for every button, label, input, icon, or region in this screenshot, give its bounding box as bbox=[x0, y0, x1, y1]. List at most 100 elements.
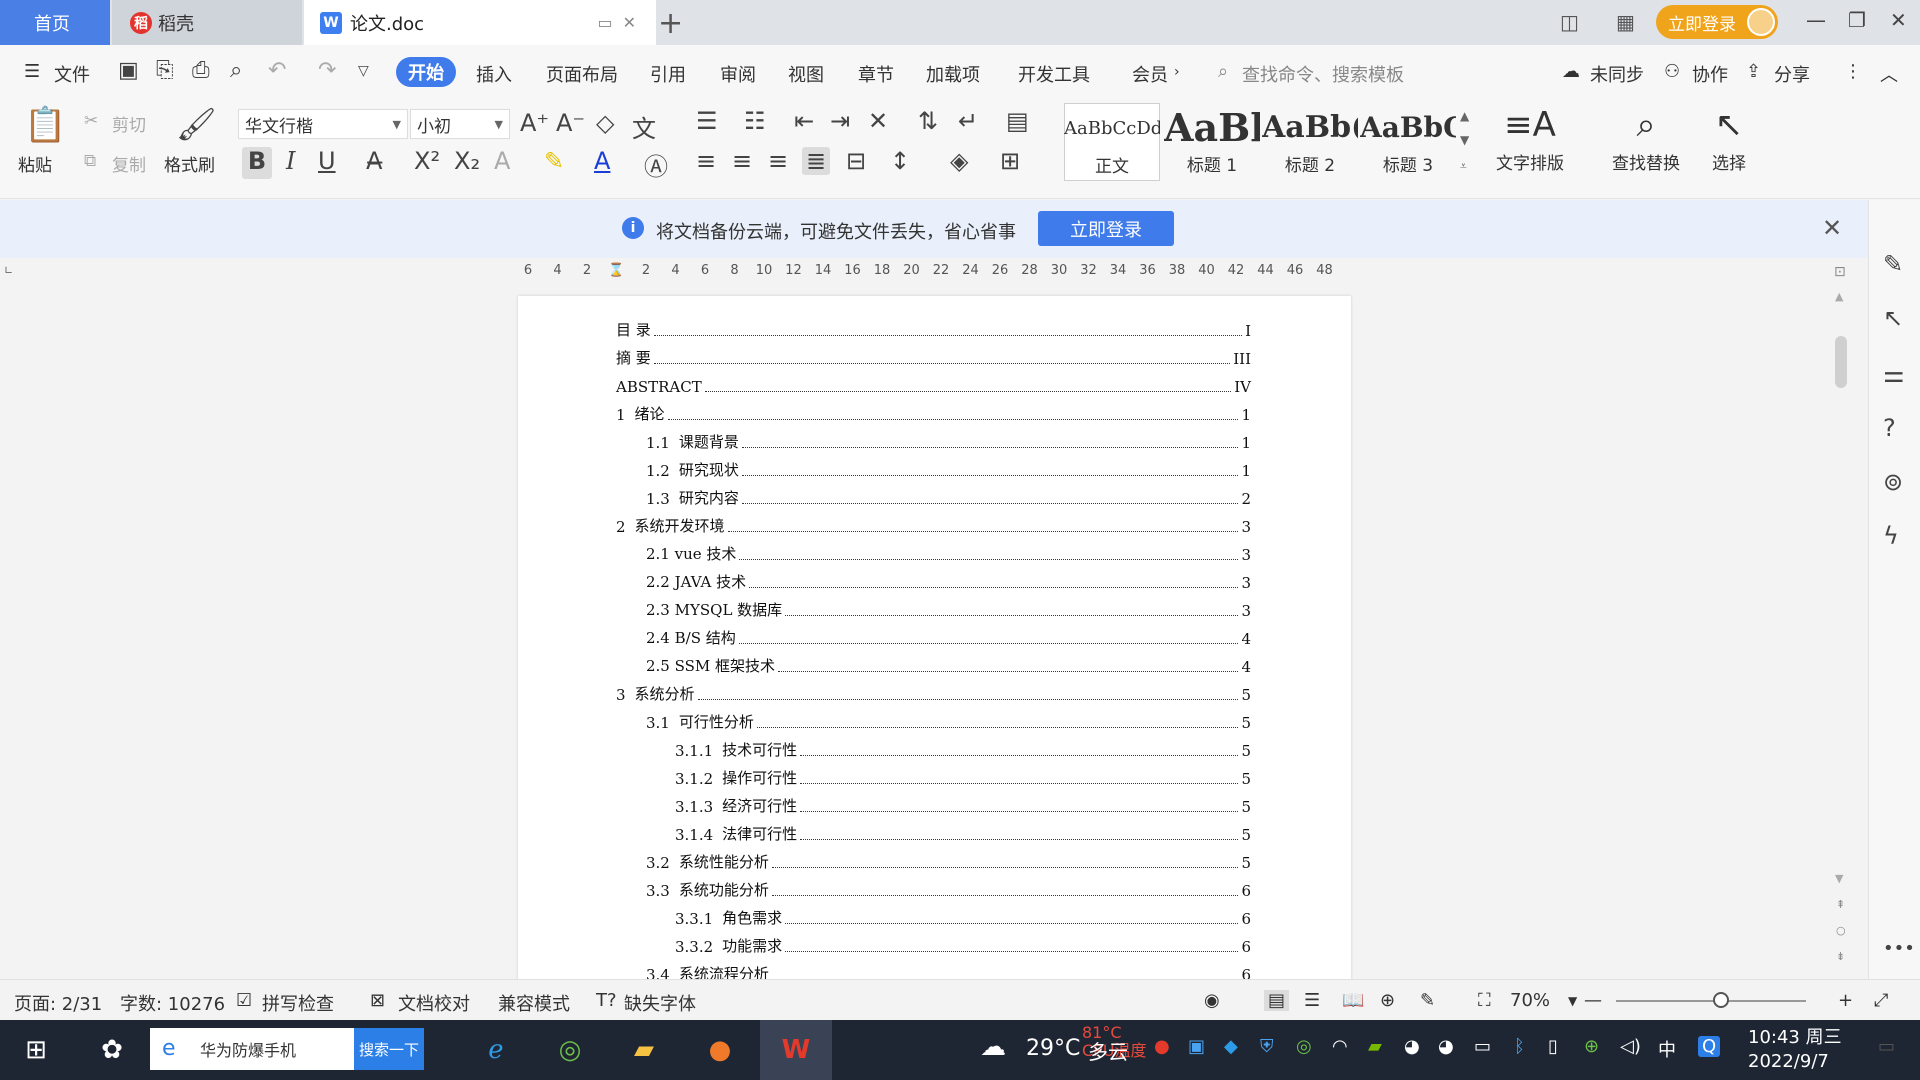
scroll-thumb[interactable] bbox=[1835, 336, 1847, 388]
tray-360-icon[interactable]: ◎ bbox=[1296, 1036, 1312, 1057]
bold-icon[interactable]: B bbox=[242, 147, 272, 179]
text-effect-icon[interactable]: A bbox=[494, 147, 510, 175]
toc-entry[interactable]: 2.2 JAVA 技术 3 bbox=[646, 570, 1251, 592]
share-button[interactable]: 分享 bbox=[1774, 61, 1810, 87]
style-heading-1[interactable]: AaBl 标题 1 bbox=[1164, 103, 1260, 181]
app-launcher-icon[interactable]: ✿ bbox=[90, 1028, 134, 1072]
volume-icon[interactable]: ◁) bbox=[1620, 1036, 1641, 1057]
increase-indent-icon[interactable]: ⇥ bbox=[830, 107, 850, 135]
style-normal[interactable]: AaBbCcDd 正文 bbox=[1064, 103, 1160, 181]
zoom-level[interactable]: 70% bbox=[1510, 990, 1550, 1011]
file-explorer-icon[interactable]: ▰ bbox=[622, 1028, 666, 1072]
more-tabs-icon[interactable]: › bbox=[1174, 64, 1180, 80]
edit-pen-icon[interactable]: ✎ bbox=[1883, 250, 1903, 278]
tray-shield-icon[interactable]: ▣ bbox=[1188, 1036, 1205, 1057]
spell-check-button[interactable]: 拼写检查 bbox=[262, 990, 334, 1016]
menu-tab-references[interactable]: 引用 bbox=[650, 61, 686, 87]
notice-login-button[interactable]: 立即登录 bbox=[1038, 211, 1174, 246]
tab-home[interactable]: 首页 bbox=[0, 0, 110, 45]
close-icon[interactable]: ✕ bbox=[1822, 214, 1842, 242]
save-icon[interactable]: ▣ bbox=[118, 58, 139, 83]
toc-entry[interactable]: 1.3 研究内容 2 bbox=[646, 486, 1251, 508]
toc-entry[interactable]: 摘 要 III bbox=[616, 346, 1251, 368]
paste-button[interactable]: 粘贴 bbox=[18, 151, 52, 176]
format-painter-icon[interactable]: 🖌 bbox=[176, 105, 217, 143]
write-view-icon[interactable]: ✎ bbox=[1420, 990, 1435, 1011]
login-button[interactable]: 立即登录 bbox=[1656, 5, 1778, 39]
word-count[interactable]: 字数: 10276 bbox=[120, 990, 225, 1016]
new-tab-button[interactable]: + bbox=[658, 6, 683, 41]
missing-font-button[interactable]: 缺失字体 bbox=[624, 990, 696, 1016]
toc-entry[interactable]: 2.1 vue 技术 3 bbox=[646, 542, 1251, 564]
print-preview-icon[interactable]: ⌕ bbox=[230, 58, 242, 83]
format-painter-button[interactable]: 格式刷 bbox=[164, 151, 215, 176]
vertical-scrollbar[interactable]: ⊡ ▲ ▼ ⇞ ○ ⇟ bbox=[1832, 260, 1852, 980]
toc-entry[interactable]: 3.1.4 法律可行性 5 bbox=[675, 822, 1251, 844]
toc-entry[interactable]: 目 录I bbox=[616, 318, 1251, 340]
toc-entry[interactable]: 1 绪论 1 bbox=[616, 402, 1251, 424]
collapse-ribbon-icon[interactable]: ︿ bbox=[1880, 61, 1898, 87]
more-horizontal-icon[interactable]: ••• bbox=[1883, 938, 1915, 959]
toc-entry[interactable]: 3.3.2 功能需求 6 bbox=[675, 934, 1251, 956]
table-tools-icon[interactable]: ▤ bbox=[1006, 107, 1029, 135]
usb-icon[interactable]: ▯ bbox=[1548, 1036, 1558, 1057]
page-indicator[interactable]: 页面: 2/31 bbox=[14, 990, 102, 1016]
font-name-select[interactable]: 华文行楷 ▼ bbox=[238, 109, 408, 139]
toc-entry[interactable]: 3.3.1 角色需求 6 bbox=[675, 906, 1251, 928]
zoom-slider[interactable] bbox=[1616, 992, 1806, 1008]
clear-format-icon[interactable]: ◇ bbox=[596, 109, 614, 137]
ime-q-icon[interactable]: Q bbox=[1698, 1036, 1721, 1057]
cut-button[interactable]: 剪切 bbox=[112, 111, 146, 136]
zoom-in-icon[interactable]: + bbox=[1838, 990, 1853, 1011]
bullet-list-icon[interactable]: ☰ bbox=[696, 107, 718, 135]
toc-entry[interactable]: 3.3 系统功能分析 6 bbox=[646, 878, 1251, 900]
close-window-icon[interactable]: ✕ bbox=[1890, 8, 1907, 32]
underline-icon[interactable]: U bbox=[318, 147, 336, 175]
superscript-icon[interactable]: X² bbox=[414, 147, 440, 175]
export-pdf-icon[interactable]: ⎘ bbox=[156, 58, 174, 83]
italic-icon[interactable]: I bbox=[286, 147, 295, 175]
notification-icon[interactable]: ▭ bbox=[1878, 1036, 1895, 1057]
zoom-out-icon[interactable]: — bbox=[1584, 990, 1602, 1011]
style-heading-3[interactable]: AaBbC 标题 3 bbox=[1360, 103, 1456, 181]
document-page[interactable]: 目 录I摘 要 III ABSTRACT IV 1 绪论 1 1.1 课题背景 1 1.2 研究现状 1… bbox=[518, 296, 1351, 979]
wifi-icon[interactable]: ◠ bbox=[1332, 1036, 1348, 1057]
toc-entry[interactable]: 3.1 可行性分析 5 bbox=[646, 710, 1251, 732]
ime-indicator[interactable]: 中 bbox=[1658, 1036, 1676, 1062]
taskbar-search-button[interactable]: 搜索一下 bbox=[354, 1028, 424, 1070]
tray-app-icon[interactable]: ● bbox=[1154, 1036, 1170, 1057]
text-layout-button[interactable]: ≡A 文字排版 bbox=[1496, 105, 1564, 174]
numbered-list-icon[interactable]: ☷ bbox=[744, 107, 766, 135]
tab-document[interactable]: W 论文.doc ▭ ✕ bbox=[304, 0, 656, 45]
subscript-icon[interactable]: X₂ bbox=[454, 147, 480, 175]
taskbar-search[interactable]: e 华为防爆手机 搜索一下 bbox=[150, 1028, 424, 1070]
ie-browser-icon[interactable]: ℯ bbox=[474, 1028, 518, 1072]
page-view-icon[interactable]: ▤ bbox=[1264, 990, 1290, 1011]
phonetic-icon[interactable]: 文 bbox=[632, 109, 656, 144]
align-left-icon[interactable]: ≡ bbox=[696, 147, 716, 175]
fullscreen-icon[interactable]: ⤢ bbox=[1874, 990, 1888, 1011]
doc-proof-button[interactable]: 文档校对 bbox=[398, 990, 470, 1016]
chinese-layout-icon[interactable]: ✕ bbox=[868, 107, 888, 135]
sort-icon[interactable]: ⇅ bbox=[918, 107, 938, 135]
align-right-icon[interactable]: ≡ bbox=[768, 147, 788, 175]
menu-tab-insert[interactable]: 插入 bbox=[476, 61, 512, 87]
next-page-icon[interactable]: ⇟ bbox=[1836, 950, 1845, 963]
toc-entry[interactable]: 3.4 系统流程分析 6 bbox=[646, 962, 1251, 979]
font-color-icon[interactable]: A bbox=[594, 147, 610, 175]
outline-view-icon[interactable]: ☰ bbox=[1304, 990, 1320, 1011]
unsync-button[interactable]: 未同步 bbox=[1590, 61, 1644, 87]
menu-tab-developer[interactable]: 开发工具 bbox=[1018, 61, 1090, 87]
read-view-icon[interactable]: 📖 bbox=[1342, 990, 1364, 1011]
zoom-slider-handle[interactable] bbox=[1712, 992, 1729, 1008]
borders-icon[interactable]: ⊞ bbox=[1000, 147, 1020, 175]
toc-entry[interactable]: 3.2 系统性能分析 5 bbox=[646, 850, 1251, 872]
font-size-select[interactable]: 小初 ▼ bbox=[410, 109, 510, 139]
windows-start-icon[interactable]: ⊞ bbox=[14, 1028, 58, 1072]
style-heading-2[interactable]: AaBb( 标题 2 bbox=[1262, 103, 1358, 181]
backup-icon[interactable]: ⊚ bbox=[1883, 468, 1903, 496]
menu-tab-start[interactable]: 开始 bbox=[396, 57, 456, 87]
battery-icon[interactable]: ▭ bbox=[1474, 1036, 1491, 1057]
fit-page-icon[interactable]: ⛶ bbox=[1478, 990, 1491, 1011]
menu-tab-view[interactable]: 视图 bbox=[788, 61, 824, 87]
